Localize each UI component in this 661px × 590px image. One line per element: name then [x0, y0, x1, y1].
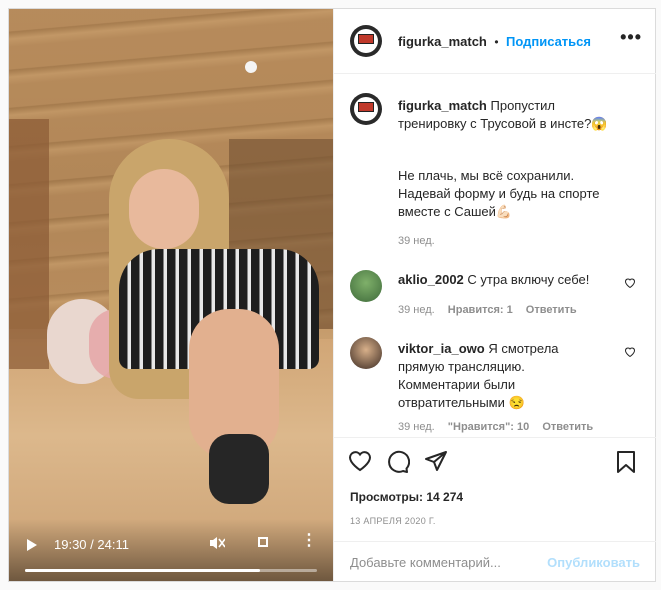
view-count: Просмотры: 14 274 [350, 490, 464, 504]
more-icon[interactable]: ••• [620, 27, 642, 48]
caption-username[interactable]: figurka_match [398, 98, 487, 113]
video-progress-fill [25, 569, 261, 572]
caption-line: Не плачь, мы всё сохранили. [398, 168, 575, 183]
caption-text: figurka_match Пропустил тренировку с Тру… [398, 97, 638, 133]
comment-like-heart-icon[interactable] [624, 346, 636, 360]
caption-paragraph: Не плачь, мы всё сохранили. Надевай форм… [398, 167, 638, 221]
comment-like-heart-icon[interactable] [624, 277, 636, 291]
play-icon[interactable] [27, 539, 37, 551]
post-side-panel: figurka_match • Подписаться ••• figurka_… [333, 9, 656, 581]
video-controls: 19:30 / 24:11 ⋮ [9, 519, 333, 581]
comment-username[interactable]: aklio_2002 [398, 272, 464, 287]
comment-input[interactable]: Добавьте комментарий... [350, 555, 501, 570]
video-progress-bar[interactable] [25, 569, 317, 572]
video-scene-shoe [209, 434, 269, 504]
post-date[interactable]: 13 АПРЕЛЯ 2020 Г. [350, 516, 436, 526]
comment-likes[interactable]: "Нравится": 10 [448, 421, 529, 433]
comment-reply-button[interactable]: Ответить [542, 421, 593, 433]
more-vertical-icon[interactable]: ⋮ [301, 533, 317, 549]
comment-composer: Добавьте комментарий... Опубликовать [334, 541, 656, 583]
comment-reply-button[interactable]: Ответить [526, 304, 577, 316]
post-header: figurka_match • Подписаться ••• [334, 9, 656, 74]
follow-button[interactable]: Подписаться [506, 34, 591, 49]
caption-line: Надевай форму и будь на спорте [398, 186, 600, 201]
account-avatar[interactable] [350, 25, 382, 57]
video-scene-door [9, 119, 49, 369]
share-icon[interactable] [424, 450, 448, 478]
comment-likes[interactable]: Нравится: 1 [448, 304, 513, 316]
mute-icon[interactable] [209, 536, 226, 553]
comment-icon[interactable] [386, 450, 411, 480]
comment-time[interactable]: 39 нед. [398, 421, 435, 433]
comment-time[interactable]: 39 нед. [398, 304, 435, 316]
fullscreen-icon[interactable] [258, 537, 268, 547]
heart-icon[interactable] [348, 450, 372, 478]
publish-button[interactable]: Опубликовать [547, 555, 640, 570]
caption-line: Пропустил [490, 98, 556, 113]
video-scene-lamp [245, 61, 257, 73]
caption-avatar[interactable] [350, 93, 382, 125]
comment-line: Я смотрела [488, 341, 559, 356]
caption-time[interactable]: 39 нед. [398, 235, 435, 247]
comment-avatar[interactable] [350, 270, 382, 302]
comment-body: С утра включу себе! [467, 272, 590, 287]
comment-avatar[interactable] [350, 337, 382, 369]
video-time: 19:30 / 24:11 [54, 537, 129, 552]
bookmark-icon[interactable] [616, 450, 636, 480]
comment-text: viktor_ia_owo Я смотрела прямую трансляц… [398, 340, 608, 412]
comment-line: Комментарии были [398, 377, 516, 392]
comment-line: отвратительными 😒 [398, 395, 525, 410]
video-scene-person-face [129, 169, 199, 249]
comment-username[interactable]: viktor_ia_owo [398, 341, 485, 356]
caption-line: вместе с Сашей💪🏻 [398, 204, 513, 219]
comment-line: прямую трансляцию. [398, 359, 525, 374]
separator-dot: • [494, 35, 499, 49]
post-dialog: 19:30 / 24:11 ⋮ figurka_match • Подписат… [8, 8, 656, 582]
comment-text: aklio_2002 С утра включу себе! [398, 271, 589, 289]
caption-line: тренировку с Трусовой в инсте?😱 [398, 116, 608, 131]
post-actions: Просмотры: 14 274 13 АПРЕЛЯ 2020 Г. Доба… [334, 437, 656, 582]
account-username[interactable]: figurka_match [398, 34, 487, 49]
video-player[interactable]: 19:30 / 24:11 ⋮ [9, 9, 333, 581]
comment-meta: 39 нед. Нравится: 1 Ответить [398, 304, 577, 316]
comment-meta: 39 нед. "Нравится": 10 Ответить [398, 421, 593, 433]
